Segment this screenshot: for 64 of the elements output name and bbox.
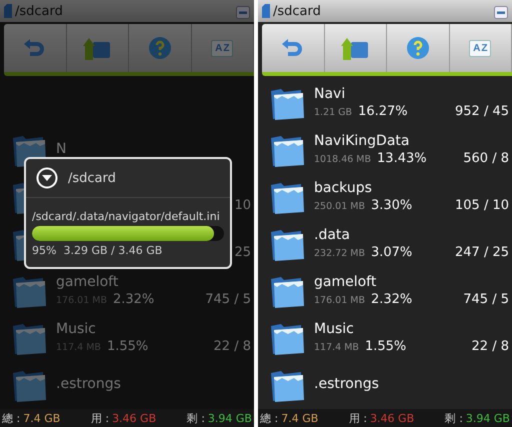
file-count: 952 / 45 bbox=[455, 104, 509, 119]
storage-value: 3.94 GB bbox=[208, 412, 252, 424]
undo-arrow-icon bbox=[24, 39, 46, 57]
storage-value: 7.4 GB bbox=[23, 412, 60, 424]
dropdown-circle-icon[interactable] bbox=[36, 167, 58, 189]
undo-arrow-icon bbox=[282, 39, 304, 57]
dialog-title: /sdcard bbox=[68, 170, 116, 186]
window-title: /sdcard bbox=[15, 4, 64, 18]
folder-size: 176.01 MB bbox=[314, 295, 365, 306]
folder-name: .estrongs bbox=[56, 376, 122, 394]
folder-percent: 2.32% bbox=[112, 292, 156, 307]
file-count: 10 bbox=[234, 198, 251, 213]
storage-value: 3.46 GB bbox=[370, 412, 414, 424]
folder-size: 1.21 GB bbox=[314, 107, 352, 118]
file-count: 745 / 5 bbox=[205, 292, 251, 307]
folder-name: gameloft bbox=[314, 274, 378, 292]
storage-label: 剩 : bbox=[444, 412, 463, 424]
folder-name: gameloft bbox=[56, 274, 120, 292]
folder-size: 1018.46 MB bbox=[314, 154, 372, 165]
folder-up-icon bbox=[83, 36, 112, 60]
file-count: 25 bbox=[234, 245, 251, 260]
file-count: 247 / 25 bbox=[455, 245, 509, 260]
folder-name: .estrongs bbox=[314, 376, 380, 394]
sd-card-icon bbox=[4, 4, 12, 18]
folder-name: NaviKingData bbox=[314, 133, 410, 151]
storage-label: 用 : bbox=[348, 412, 368, 424]
minimize-icon[interactable] bbox=[494, 3, 508, 19]
minimize-icon[interactable] bbox=[236, 3, 250, 19]
file-count: 22 / 8 bbox=[214, 339, 251, 354]
folder-percent: 3.30% bbox=[370, 198, 414, 213]
storage-value: 7.4 GB bbox=[281, 412, 318, 424]
folder-size: 232.72 MB bbox=[314, 248, 365, 259]
storage-label: 剩 : bbox=[186, 412, 205, 424]
storage-label: 總 : bbox=[260, 412, 278, 424]
help-icon bbox=[148, 36, 172, 60]
folder-percent: 13.43% bbox=[377, 151, 428, 166]
folder-percent: 2.32% bbox=[370, 292, 414, 307]
storage-label: 用 : bbox=[90, 412, 110, 424]
file-count: 105 / 10 bbox=[455, 198, 509, 213]
progress-percent: 95% bbox=[32, 244, 56, 257]
file-count: 560 / 8 bbox=[463, 151, 509, 166]
folder-size: 250.01 MB bbox=[314, 201, 365, 212]
storage-label: 總 : bbox=[2, 412, 20, 424]
help-icon bbox=[406, 36, 430, 60]
folder-name: backups bbox=[314, 180, 373, 198]
file-path: /sdcard/.data/navigator/default.ini bbox=[32, 210, 221, 223]
folder-percent: 3.07% bbox=[370, 245, 414, 260]
progress-amount: 3.29 GB / 3.46 GB bbox=[63, 244, 162, 257]
file-count: 745 / 5 bbox=[463, 292, 509, 307]
folder-name: Music bbox=[56, 321, 97, 339]
folder-percent: 1.55% bbox=[364, 339, 408, 354]
folder-name: .data bbox=[314, 227, 351, 245]
folder-percent: 16.27% bbox=[358, 104, 409, 119]
folder-name: N bbox=[56, 140, 68, 158]
window-title: /sdcard bbox=[273, 4, 322, 18]
storage-value: 3.46 GB bbox=[112, 412, 156, 424]
sd-card-icon bbox=[262, 4, 270, 18]
storage-value: 3.94 GB bbox=[466, 412, 510, 424]
folder-up-icon bbox=[341, 36, 370, 60]
folder-size: 117.4 MB bbox=[314, 342, 359, 353]
folder-name: Music bbox=[314, 321, 355, 339]
folder-name: Navi bbox=[314, 86, 346, 104]
file-count: 22 / 8 bbox=[472, 339, 509, 354]
folder-percent: 1.55% bbox=[106, 339, 150, 354]
